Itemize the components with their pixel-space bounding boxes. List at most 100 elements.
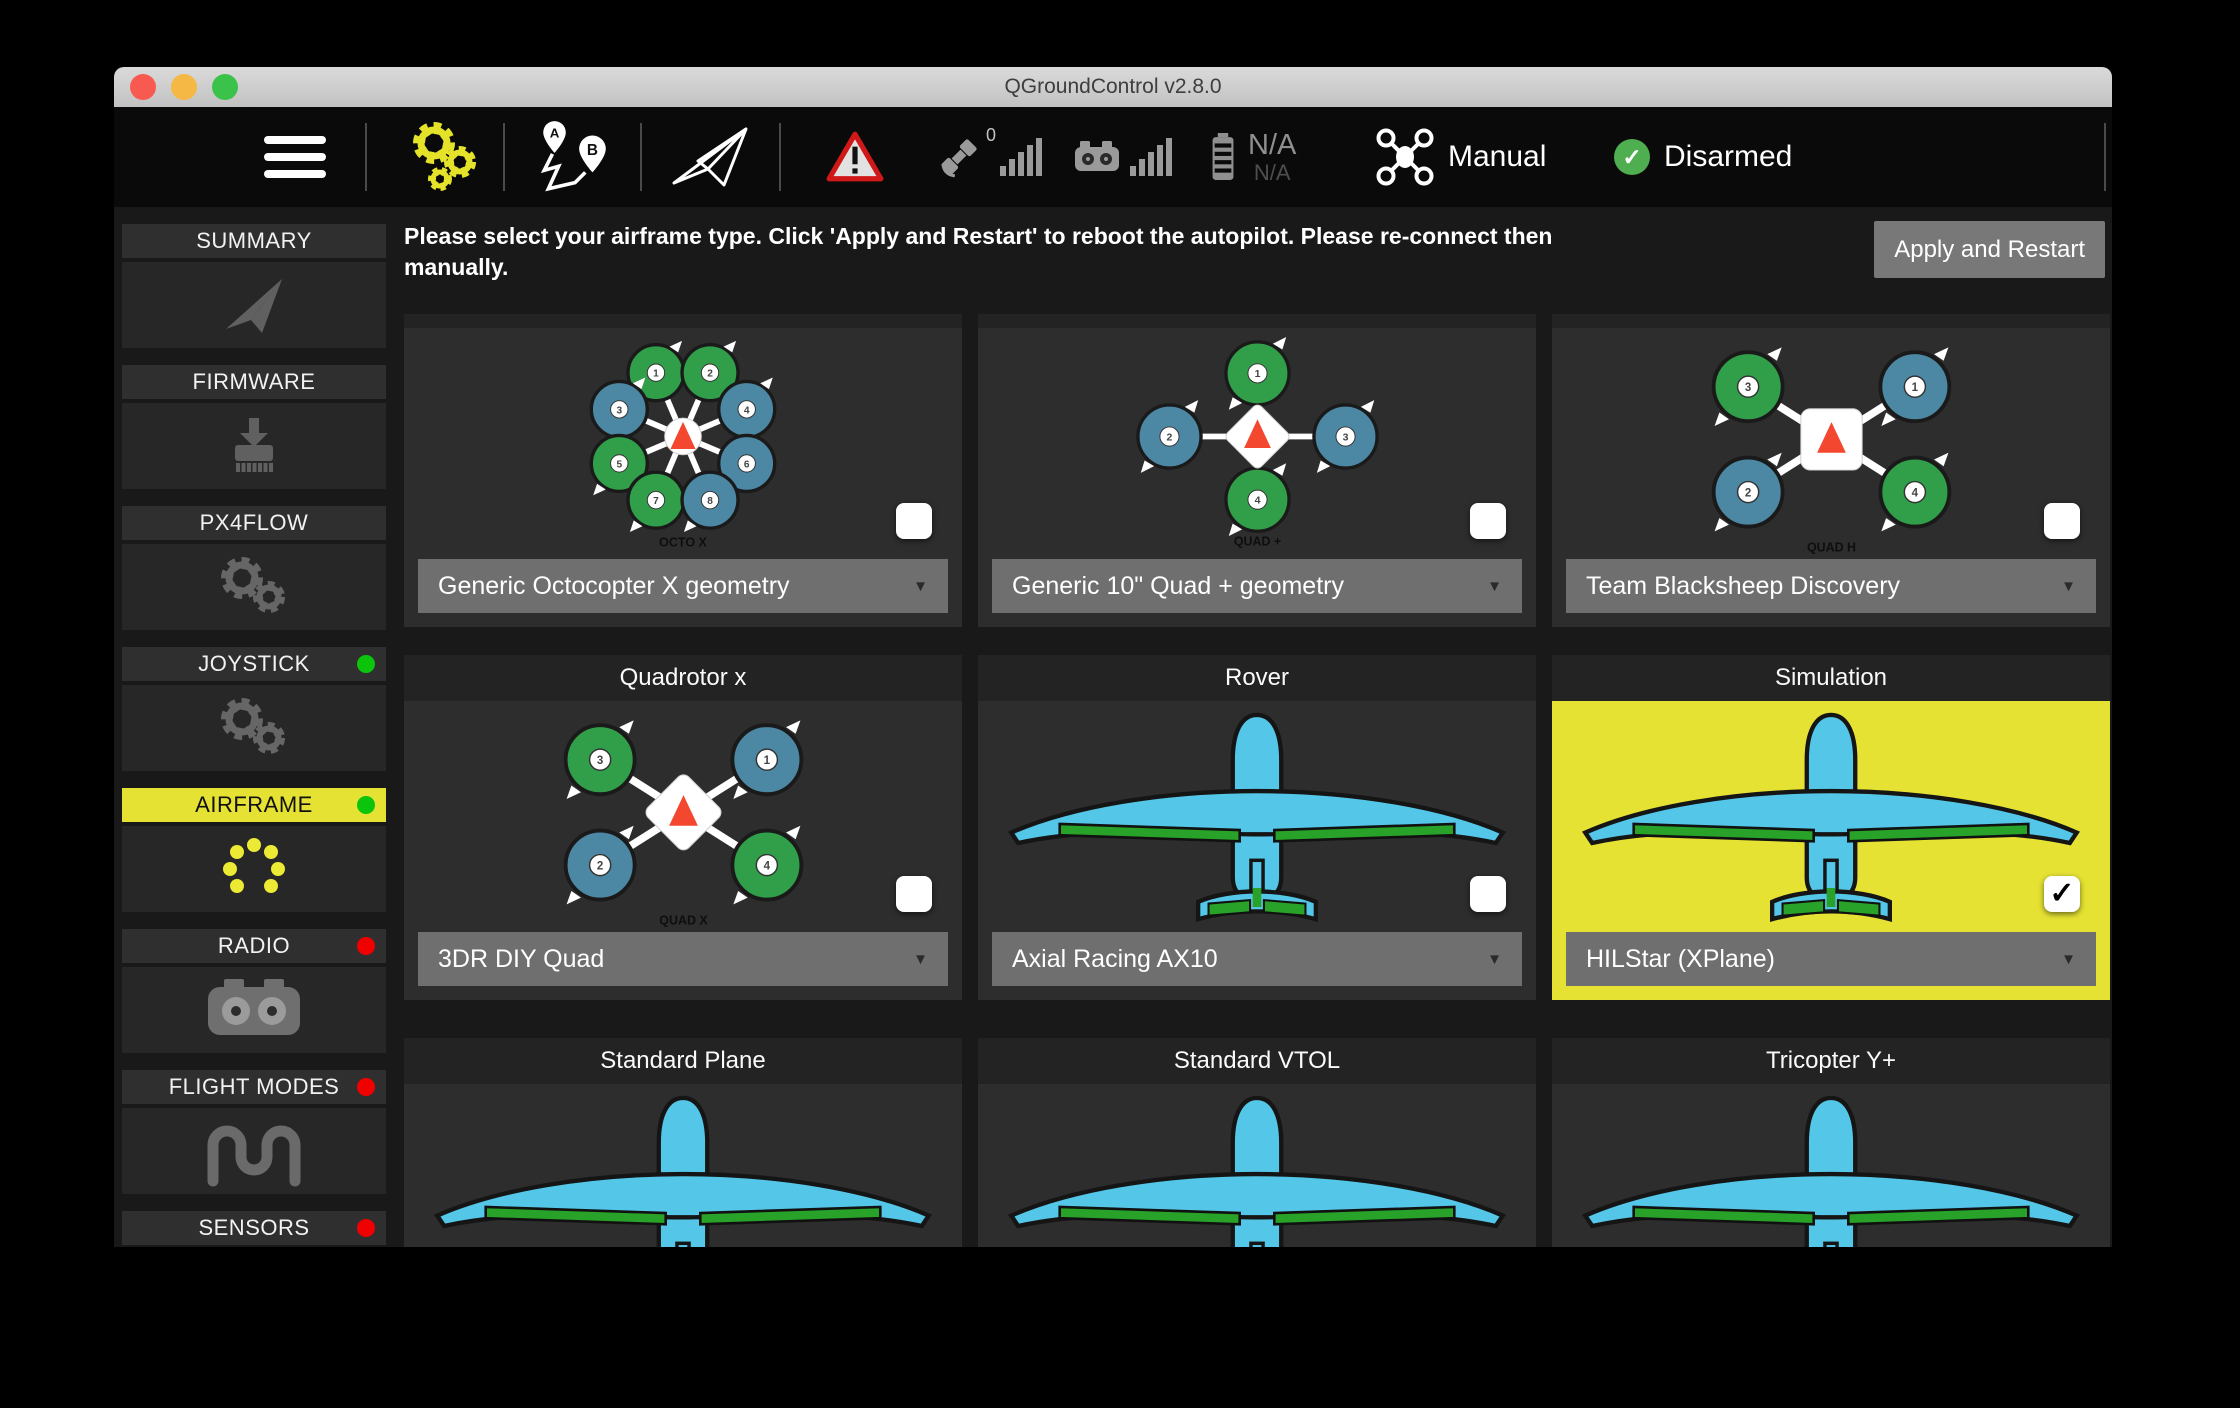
apply-and-restart-button[interactable]: Apply and Restart bbox=[1874, 221, 2105, 278]
rc-transmitter-icon bbox=[202, 977, 306, 1043]
battery-value: N/A bbox=[1248, 130, 1296, 160]
instruction-text: Please select your airframe type. Click … bbox=[404, 221, 1552, 283]
gears-icon bbox=[402, 117, 486, 197]
sidebar-item-sensors[interactable]: SENSORS bbox=[122, 1211, 386, 1247]
airframe-variant-dropdown[interactable]: 3DR DIY Quad ▼ bbox=[418, 932, 948, 986]
airframe-card-simulation[interactable]: Simulation ✓ HIL bbox=[1552, 655, 2110, 1000]
armed-state-label: Disarmed bbox=[1664, 140, 1792, 174]
sidebar-item-label: SENSORS bbox=[198, 1215, 309, 1241]
main-toolbar: A B bbox=[114, 107, 2112, 207]
rc-rssi-indicator[interactable] bbox=[1072, 107, 1172, 207]
svg-text:4: 4 bbox=[1911, 487, 1918, 499]
quad-x-diagram: 3 1 2 4 QUAD X bbox=[416, 706, 951, 936]
airframe-diagram bbox=[978, 1084, 1536, 1247]
airframe-card-quad-h[interactable]: 3 1 2 4 QUAD H Team Blacksheep Discovery… bbox=[1552, 314, 2110, 627]
airframe-variant-dropdown[interactable]: Generic Octocopter X geometry ▼ bbox=[418, 559, 948, 613]
gps-indicator[interactable]: 0 bbox=[936, 107, 1042, 207]
plane-diagram bbox=[997, 1091, 1517, 1247]
plane-diagram bbox=[1571, 708, 2091, 933]
warning-triangle-icon bbox=[826, 131, 884, 183]
rc-signal-bars-icon bbox=[1130, 138, 1172, 176]
toolbar-separator bbox=[503, 123, 505, 191]
menu-button[interactable] bbox=[264, 107, 326, 207]
svg-text:B: B bbox=[587, 142, 598, 159]
chevron-down-icon: ▼ bbox=[913, 951, 928, 968]
traffic-lights bbox=[130, 74, 238, 100]
card-title bbox=[1552, 314, 2110, 328]
gears-icon bbox=[206, 548, 302, 626]
card-title: Standard Plane bbox=[404, 1038, 962, 1084]
flight-mode-indicator[interactable]: Manual bbox=[1376, 107, 1546, 207]
svg-text:6: 6 bbox=[744, 459, 750, 470]
armed-indicator[interactable]: ✓ Disarmed bbox=[1614, 107, 1792, 207]
gps-signal-bars-icon bbox=[1000, 138, 1042, 176]
svg-text:2: 2 bbox=[596, 860, 602, 872]
airframe-card-quadrotor-x[interactable]: Quadrotor x 3 1 2 4 QUAD X bbox=[404, 655, 962, 1000]
sidebar-item-flight-modes[interactable]: FLIGHT MODES bbox=[122, 1070, 386, 1194]
card-title bbox=[978, 314, 1536, 328]
airframe-checkbox-checked[interactable]: ✓ bbox=[2044, 876, 2080, 912]
plane-diagram bbox=[423, 1091, 943, 1247]
airframe-checkbox[interactable] bbox=[896, 503, 932, 539]
sidebar-item-label: AIRFRAME bbox=[195, 792, 313, 818]
sidebar-item-radio[interactable]: RADIO bbox=[122, 929, 386, 1053]
fly-view-button[interactable] bbox=[667, 107, 753, 207]
setup-sidebar: SUMMARY FIRMWARE bbox=[114, 207, 386, 1247]
svg-text:1: 1 bbox=[1254, 368, 1260, 380]
paper-plane-icon bbox=[667, 121, 753, 193]
card-title: Rover bbox=[978, 655, 1536, 701]
airframe-variant-dropdown[interactable]: HILStar (XPlane) ▼ bbox=[1566, 932, 2096, 986]
message-indicator[interactable] bbox=[826, 107, 884, 207]
svg-text:A: A bbox=[550, 126, 560, 141]
airframe-card-standard-plane[interactable]: Standard Plane bbox=[404, 1038, 962, 1247]
plan-view-button[interactable]: A B bbox=[534, 107, 614, 207]
toolbar-separator bbox=[2104, 123, 2106, 191]
svg-text:1: 1 bbox=[1911, 381, 1918, 393]
svg-text:QUAD X: QUAD X bbox=[659, 913, 708, 927]
gears-icon bbox=[206, 689, 302, 767]
airframe-card-octocopter[interactable]: 1 2 3 4 5 6 7 8 OCTO X Generic bbox=[404, 314, 962, 627]
waveform-icon bbox=[201, 1115, 307, 1187]
airframe-card-quad-plus[interactable]: 1 2 3 4 QUAD + Generic 10" Quad + geomet… bbox=[978, 314, 1536, 627]
status-dot-red bbox=[357, 1219, 375, 1237]
airframe-grid-row: 1 2 3 4 5 6 7 8 OCTO X Generic bbox=[404, 314, 2110, 627]
airframe-checkbox[interactable] bbox=[1470, 876, 1506, 912]
sidebar-item-firmware[interactable]: FIRMWARE bbox=[122, 365, 386, 489]
svg-text:4: 4 bbox=[744, 405, 750, 416]
status-dot-red bbox=[357, 1078, 375, 1096]
airframe-card-tricopter-y-plus[interactable]: Tricopter Y+ bbox=[1552, 1038, 2110, 1247]
hamburger-menu-icon bbox=[264, 136, 326, 178]
chevron-down-icon: ▼ bbox=[2061, 578, 2076, 595]
airframe-checkbox[interactable] bbox=[896, 876, 932, 912]
airframe-variant-dropdown[interactable]: Generic 10" Quad + geometry ▼ bbox=[992, 559, 1522, 613]
sidebar-item-joystick[interactable]: JOYSTICK bbox=[122, 647, 386, 771]
airframe-card-standard-vtol[interactable]: Standard VTOL bbox=[978, 1038, 1536, 1247]
airframe-checkbox[interactable] bbox=[1470, 503, 1506, 539]
chevron-down-icon: ▼ bbox=[1487, 578, 1502, 595]
airframe-card-rover[interactable]: Rover Axial Rac bbox=[978, 655, 1536, 1000]
svg-text:7: 7 bbox=[653, 496, 659, 507]
airframe-variant-dropdown[interactable]: Axial Racing AX10 ▼ bbox=[992, 932, 1522, 986]
battery-indicator[interactable]: N/A N/A bbox=[1210, 107, 1296, 207]
octocopter-x-diagram: 1 2 3 4 5 6 7 8 OCTO X bbox=[413, 336, 953, 560]
svg-text:3: 3 bbox=[1342, 431, 1348, 443]
toolbar-separator bbox=[365, 123, 367, 191]
card-title bbox=[404, 314, 962, 328]
svg-text:QUAD H: QUAD H bbox=[1806, 540, 1855, 554]
sidebar-item-px4flow[interactable]: PX4FLOW bbox=[122, 506, 386, 630]
status-dot-red bbox=[357, 937, 375, 955]
plane-diagram bbox=[997, 708, 1517, 933]
sidebar-item-airframe[interactable]: AIRFRAME bbox=[122, 788, 386, 912]
zoom-window-button[interactable] bbox=[212, 74, 238, 100]
flight-mode-label: Manual bbox=[1448, 140, 1546, 174]
sidebar-item-summary[interactable]: SUMMARY bbox=[122, 224, 386, 348]
close-window-button[interactable] bbox=[130, 74, 156, 100]
minimize-window-button[interactable] bbox=[171, 74, 197, 100]
window-title: QGroundControl v2.8.0 bbox=[114, 67, 2112, 107]
setup-view-button[interactable] bbox=[402, 107, 486, 207]
airframe-checkbox[interactable] bbox=[2044, 503, 2080, 539]
sidebar-item-label: JOYSTICK bbox=[198, 651, 310, 677]
airframe-config-panel: Please select your airframe type. Click … bbox=[386, 207, 2112, 1247]
airframe-variant-dropdown[interactable]: Team Blacksheep Discovery ▼ bbox=[1566, 559, 2096, 613]
airframe-dots-icon bbox=[222, 837, 286, 901]
